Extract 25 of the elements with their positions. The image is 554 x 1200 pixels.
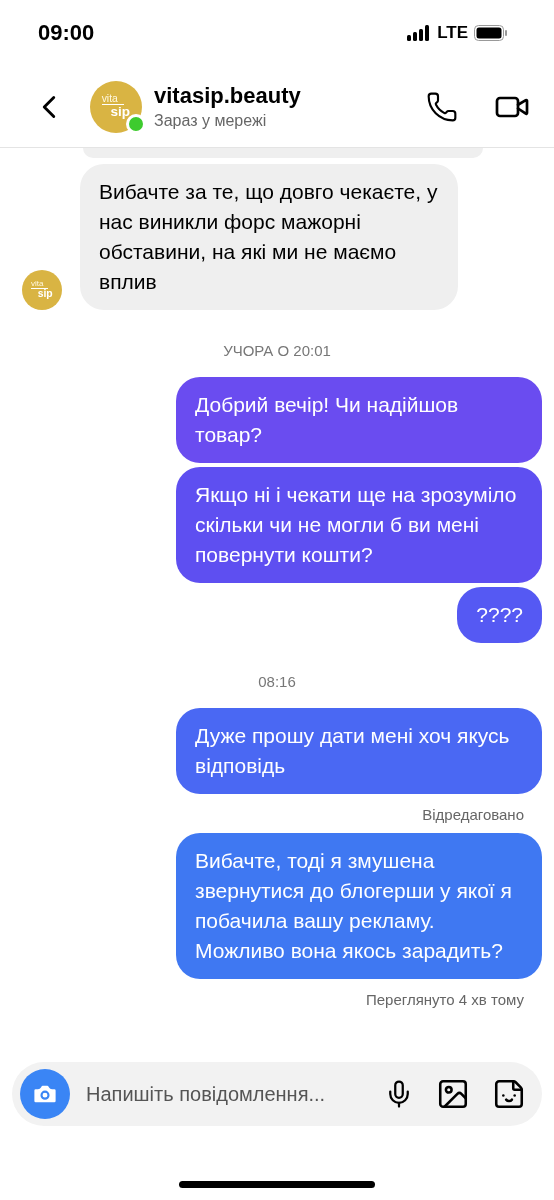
- message-bubble: Вибачте за те, що довго чекаєте, у нас виникли форс мажорні обставини, на які ми не маємо вплив: [80, 164, 458, 310]
- message-input[interactable]: Напишіть повідомлення...: [84, 1081, 362, 1107]
- logo-text: vita: [101, 94, 125, 106]
- sticker-icon[interactable]: [492, 1077, 526, 1111]
- image-icon[interactable]: [436, 1077, 470, 1111]
- message-bubble: ????: [457, 587, 542, 643]
- message-bubble: Добрий вечір! Чи надійшов товар?: [176, 377, 542, 463]
- contact-status: Зараз у мережі: [154, 112, 268, 130]
- message-status: Переглянуто 4 хв тому: [365, 991, 524, 1008]
- signal-icon: [407, 25, 432, 41]
- clock-time: 09:00: [38, 20, 95, 46]
- logo-text: sip: [37, 289, 53, 300]
- network-label: LTE: [437, 23, 468, 43]
- timestamp: УЧОРА О 20:01: [222, 342, 332, 359]
- message-status: Відредаговано: [421, 806, 524, 823]
- logo-text: vita: [30, 280, 49, 290]
- message-bubble: Вибачте, тоді я змушена звернутися до блогерши у якої я побачила вашу рекламу. Можливо вона якось зарадить?: [176, 833, 542, 979]
- battery-icon: [474, 25, 508, 41]
- message-bubble: Дуже прошу дати мені хоч якусь відповідь: [176, 708, 542, 794]
- timestamp: 08:16: [257, 673, 297, 690]
- phone-icon[interactable]: [426, 90, 458, 123]
- camera-button[interactable]: [20, 1069, 70, 1119]
- message-bubble: Якщо ні і чекати ще на зрозуміло скільки чи не могли б ви мені повернути кошти?: [176, 467, 542, 583]
- logo-text: sip: [110, 105, 130, 119]
- contact-name: vitasip.beauty: [154, 83, 302, 109]
